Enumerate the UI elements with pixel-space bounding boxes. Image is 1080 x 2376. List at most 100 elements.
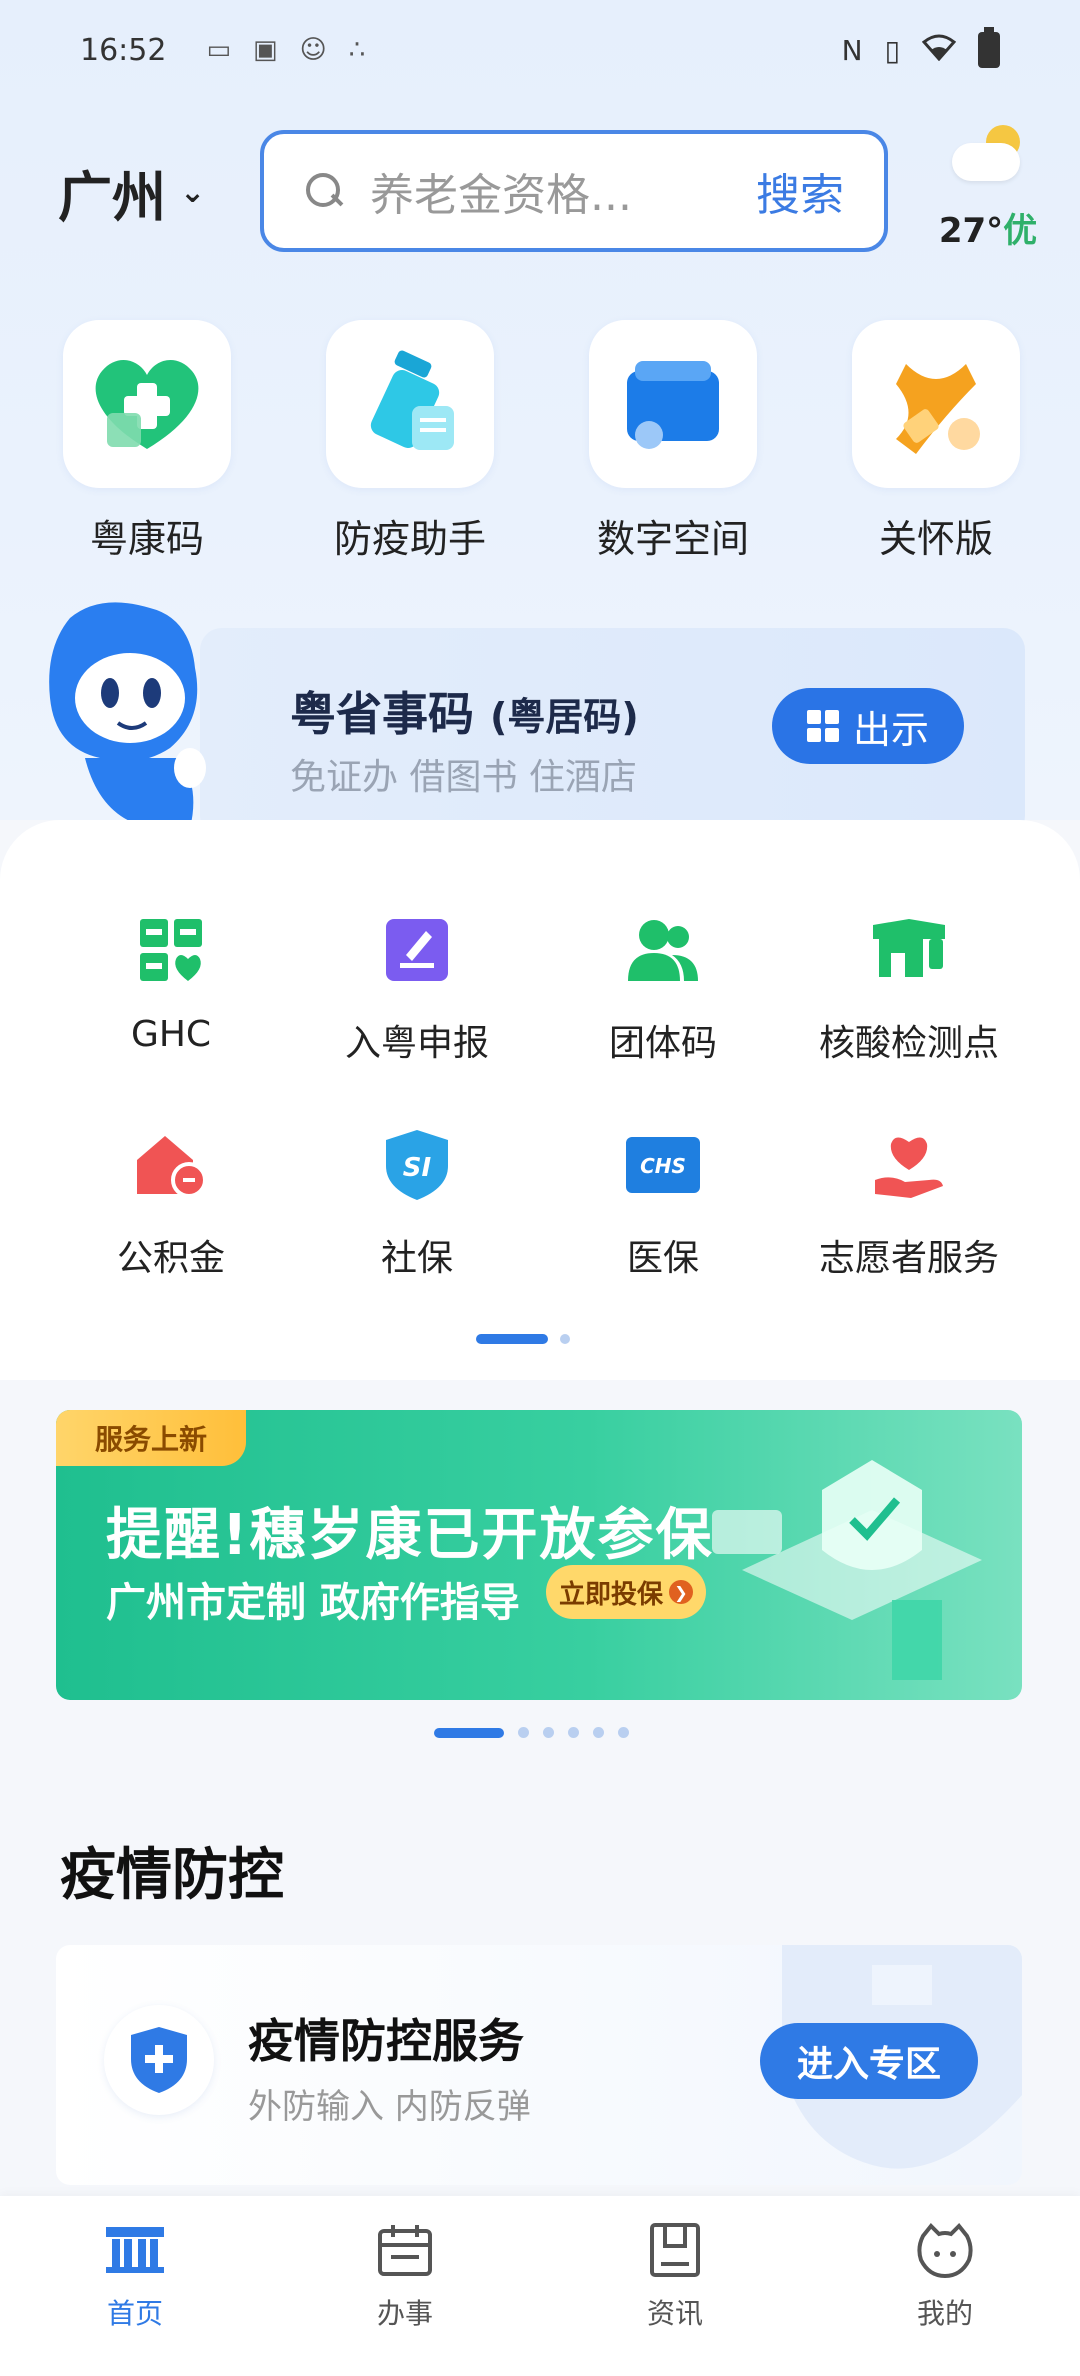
quick-tile-care-mode[interactable]: 关怀版 <box>851 320 1021 563</box>
face-icon: ☺ <box>299 35 327 65</box>
test-site-icon <box>869 910 949 990</box>
page-dot-active <box>476 1334 548 1344</box>
dots-icon: ∴ <box>348 35 366 65</box>
insure-now-button[interactable]: 立即投保 ❯ <box>546 1565 706 1619</box>
volunteer-icon <box>869 1125 949 1205</box>
app-notification-icon: ▣ <box>253 35 278 65</box>
weather-temp: 27°优 <box>938 211 1038 251</box>
page-dot[interactable] <box>543 1727 554 1738</box>
service-label: 医保 <box>626 1238 699 1279</box>
nfc-icon: N <box>841 33 863 67</box>
calendar-icon <box>373 2220 437 2280</box>
tab-profile[interactable]: 我的 <box>810 2196 1080 2376</box>
page-dot[interactable] <box>568 1727 579 1738</box>
service-ghc[interactable]: GHC <box>36 910 306 1055</box>
promo-page-indicator <box>434 1727 629 1738</box>
tab-news[interactable]: 资讯 <box>540 2196 810 2376</box>
quick-tile-label: 关怀版 <box>878 517 993 561</box>
service-label: 公积金 <box>116 1238 225 1279</box>
medical-insurance-icon: CHS <box>623 1125 703 1205</box>
service-medical-insurance[interactable]: CHS 医保 <box>528 1125 798 1281</box>
yue-code-subtitle: 免证办 借图书 住酒店 <box>290 757 637 798</box>
chevron-down-icon: ⌄ <box>180 175 206 210</box>
promo-illustration <box>712 1460 982 1680</box>
section-title: 疫情防控 <box>60 1843 284 1908</box>
service-label: 社保 <box>380 1238 453 1279</box>
insure-now-label: 立即投保 <box>558 1579 663 1610</box>
enter-zone-button[interactable]: 进入专区 <box>760 2023 978 2099</box>
city-selector[interactable]: 广州 ⌄ <box>58 153 205 232</box>
promo-subline: 广州市定制 政府作指导 <box>106 1580 520 1626</box>
quick-tile-label: 防疫助手 <box>333 517 486 561</box>
promo-tag: 服务上新 <box>56 1410 246 1466</box>
mascot-image <box>49 602 206 828</box>
weather-icon <box>948 125 1028 181</box>
profile-icon <box>913 2220 977 2280</box>
svg-text:CHS: CHS <box>640 1154 686 1178</box>
home-icon <box>103 2220 167 2280</box>
weather-widget[interactable]: 27°优 <box>928 125 1048 252</box>
digital-space-icon <box>589 320 757 488</box>
housing-fund-icon <box>131 1125 211 1205</box>
show-code-label: 出示 <box>852 707 929 752</box>
health-code-icon <box>63 320 231 488</box>
status-left-icons: ▭ ▣ ☺ ∴ <box>206 35 365 65</box>
tab-label: 资讯 <box>646 2297 703 2330</box>
search-icon <box>304 171 344 211</box>
search-button[interactable]: 搜索 <box>756 159 844 223</box>
service-label: 核酸检测点 <box>818 1023 999 1064</box>
quick-tile-label: 粤康码 <box>89 517 204 561</box>
status-right-icons: N ▯ <box>841 27 1000 68</box>
page-dot[interactable] <box>593 1727 604 1738</box>
service-label: 团体码 <box>608 1023 717 1064</box>
shield-plus-icon <box>104 2005 214 2115</box>
quick-tile-health-code[interactable]: 粤康码 <box>62 320 232 563</box>
page-dot-active <box>434 1727 504 1738</box>
declaration-icon <box>377 910 457 990</box>
yue-code-title-suffix: (粤居码) <box>490 695 639 739</box>
search-input[interactable]: 养老金资格... <box>370 159 756 223</box>
service-declaration[interactable]: 入粤申报 <box>282 910 552 1066</box>
show-code-button[interactable]: 出示 <box>772 688 964 764</box>
epidemic-service-card[interactable]: 疫情防控服务 外防输入 内防反弹 进入专区 <box>56 1945 1022 2185</box>
quick-tile-epidemic-assistant[interactable]: 防疫助手 <box>325 320 495 563</box>
tab-home[interactable]: 首页 <box>0 2196 270 2376</box>
service-label: 志愿者服务 <box>818 1238 999 1279</box>
service-label: 入粤申报 <box>344 1023 489 1064</box>
epidemic-card-title: 疫情防控服务 <box>248 2014 524 2068</box>
news-icon <box>643 2220 707 2280</box>
service-group-code[interactable]: 团体码 <box>528 910 798 1066</box>
wifi-icon <box>921 33 957 68</box>
quick-tile-digital-space[interactable]: 数字空间 <box>588 320 758 563</box>
page-dot[interactable] <box>560 1334 570 1344</box>
quick-tiles: 粤康码 防疫助手 数字空间 关怀版 <box>0 320 1080 563</box>
service-social-security[interactable]: SI 社保 <box>282 1125 552 1281</box>
service-test-site[interactable]: 核酸检测点 <box>774 910 1044 1066</box>
header: 广州 ⌄ 养老金资格... 搜索 27°优 <box>0 125 1080 255</box>
tab-label: 我的 <box>916 2297 973 2330</box>
service-volunteer[interactable]: 志愿者服务 <box>774 1125 1044 1281</box>
qr-code-icon <box>806 710 839 742</box>
status-bar: 16:52 ▭ ▣ ☺ ∴ N ▯ <box>0 0 1080 100</box>
tab-label: 首页 <box>106 2297 163 2330</box>
search-bar[interactable]: 养老金资格... 搜索 <box>260 130 888 252</box>
battery-icon <box>978 27 1000 68</box>
yue-code-title: 粤省事码 (粤居码) <box>290 687 639 741</box>
yue-code-banner[interactable]: 粤省事码 (粤居码) 免证办 借图书 住酒店 出示 <box>0 602 1080 838</box>
page-dot[interactable] <box>618 1727 629 1738</box>
air-quality: 优 <box>1003 211 1038 251</box>
status-time: 16:52 <box>80 32 167 68</box>
ghc-icon <box>131 910 211 990</box>
city-name: 广州 <box>58 166 166 229</box>
promo-headline: 提醒!穗岁康已开放参保 <box>106 1503 714 1568</box>
tab-label: 办事 <box>376 2297 433 2330</box>
tab-affairs[interactable]: 办事 <box>270 2196 540 2376</box>
service-label: GHC <box>130 1014 212 1055</box>
service-housing-fund[interactable]: 公积金 <box>36 1125 306 1281</box>
services-panel: GHC 入粤申报 团体码 核酸检测点 公积金 SI 社保 CHS 医保 志愿者服… <box>0 820 1080 1380</box>
svg-text:SI: SI <box>403 1153 432 1183</box>
services-page-indicator <box>476 1334 570 1344</box>
vibrate-icon: ▯ <box>884 33 900 67</box>
promo-banner[interactable]: 服务上新 提醒!穗岁康已开放参保 广州市定制 政府作指导 立即投保 ❯ <box>56 1410 1022 1700</box>
page-dot[interactable] <box>518 1727 529 1738</box>
